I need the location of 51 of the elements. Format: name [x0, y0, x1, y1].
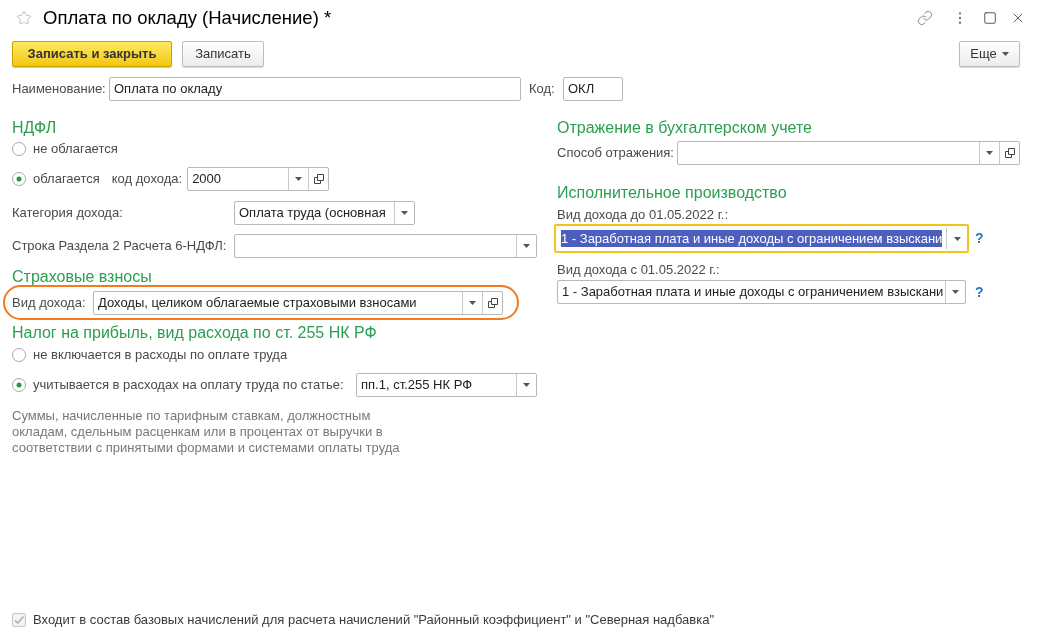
save-button[interactable]: Записать: [182, 41, 264, 67]
field-label: код дохода:: [111, 170, 183, 189]
field-label: Вид дохода с 01.05.2022 г.:: [557, 262, 721, 278]
selected-text: 1 - Заработная плата и иные доходы с ограничением взыскани: [561, 230, 943, 247]
maximize-icon[interactable]: [983, 11, 997, 25]
select-field[interactable]: 2000: [187, 167, 330, 191]
help-link[interactable]: ?: [975, 228, 984, 249]
overlapping-squares-icon: [487, 297, 498, 308]
select-field[interactable]: 1 - Заработная плата и иные доходы с ограничением взыскани: [557, 280, 966, 304]
field-label: Способ отражения:: [557, 144, 674, 163]
select-field[interactable]: [677, 141, 1020, 165]
overlapping-squares-icon: [1004, 148, 1015, 158]
dropdown-caret-icon: [986, 151, 993, 155]
section-title: НДФЛ: [12, 118, 58, 138]
dropdown-caret-icon: [953, 236, 961, 241]
select-field[interactable]: 1 - Заработная плата и иные доходы с ограничением взыскани: [554, 224, 969, 253]
section-title: Налог на прибыль, вид расхода по ст. 255 НК РФ: [12, 323, 378, 343]
field-label: Наименование:: [12, 80, 107, 99]
field-label: Код:: [529, 80, 556, 99]
radio-option[interactable]: не облагается: [12, 139, 118, 159]
radio-option[interactable]: не включается в расходы по оплате труда: [12, 345, 288, 365]
dropdown-caret-icon: [523, 383, 530, 387]
window-title: Оплата по окладу (Начисление) *: [43, 6, 332, 31]
select-field[interactable]: пп.1, ст.255 НК РФ: [356, 373, 537, 397]
code-input[interactable]: ОКЛ: [563, 77, 623, 101]
section-title: Исполнительное производство: [557, 183, 788, 203]
field-label: Категория дохода:: [12, 204, 124, 223]
field-label: Строка Раздела 2 Расчета 6-НДФЛ:: [12, 237, 228, 256]
dropdown-caret-icon: [295, 177, 303, 181]
overlapping-squares-icon: [313, 174, 324, 184]
save-and-close-button[interactable]: Записать и закрыть: [12, 41, 172, 67]
section-title: Отражение в бухгалтерском учете: [557, 118, 813, 138]
field-label: Вид дохода до 01.05.2022 г.:: [557, 207, 729, 223]
more-button[interactable]: Еще: [959, 41, 1020, 67]
help-link[interactable]: ?: [975, 281, 984, 303]
dropdown-caret-icon: [523, 244, 530, 248]
dropdown-caret-icon: [401, 211, 408, 215]
dropdown-caret-icon: [469, 300, 476, 305]
dropdown-caret-icon: [952, 290, 959, 294]
radio-option[interactable]: облагается: [12, 169, 100, 189]
link-icon[interactable]: [917, 10, 933, 26]
select-field[interactable]: Оплата труда (основная: [234, 201, 415, 225]
star-icon[interactable]: [16, 10, 32, 26]
name-input[interactable]: Оплата по окладу: [109, 77, 521, 101]
description-text: Суммы, начисленные по тарифным ставкам, должностным окладам, сдельным расценкам или в процентах от выручки в соответствии с принятыми формами и системами оплаты труда: [12, 408, 401, 456]
field-label: Вид дохода:: [12, 293, 87, 312]
select-field[interactable]: [234, 234, 537, 258]
section-title: Страховые взносы: [12, 267, 153, 287]
radio-option[interactable]: учитывается в расходах на оплату труда по статье:: [12, 375, 344, 395]
caret-icon: [1001, 52, 1009, 56]
select-field[interactable]: Доходы, целиком облагаемые страховыми взносами: [93, 290, 503, 315]
